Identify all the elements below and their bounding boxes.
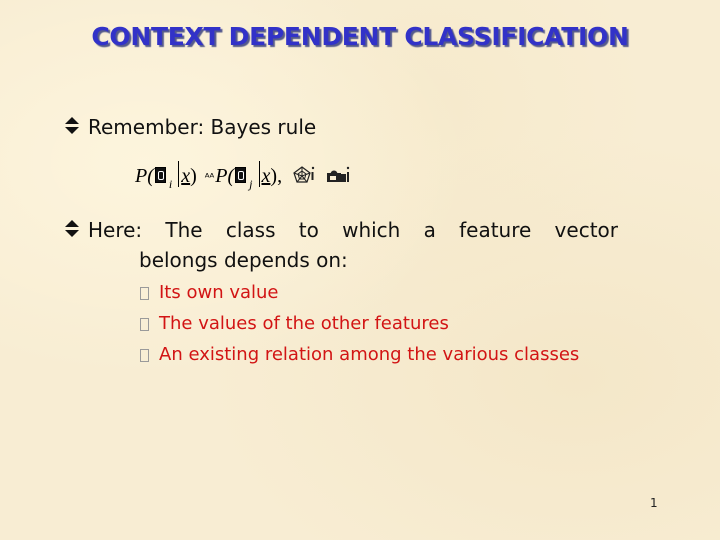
omega-glyph-icon xyxy=(235,167,247,183)
bullet-text: Here: The class to which a feature vecto… xyxy=(88,218,618,242)
sub-bullet-text: The values of the other features xyxy=(159,313,449,334)
missing-glyph-bullet-icon xyxy=(140,317,149,331)
bullet-depends-on: Here: The class to which a feature vecto… xyxy=(64,215,620,245)
sub-bullet: Its own value xyxy=(140,280,279,306)
formula-x: x xyxy=(181,165,191,187)
conditional-bar xyxy=(258,161,260,187)
bayes-formula: P( i x ) ᴬᴬ P( j x ), xyxy=(135,156,350,191)
bullet-text: Remember: Bayes rule xyxy=(88,115,317,139)
greater-than-glyph: ᴬᴬ xyxy=(204,171,215,184)
omega-glyph-icon xyxy=(154,167,166,183)
formula-x: x xyxy=(261,165,271,187)
missing-glyph-bullet-icon xyxy=(140,286,149,300)
camera-icon xyxy=(327,166,350,182)
formula-paren: ) xyxy=(190,165,197,187)
page-number: 1 xyxy=(650,496,658,510)
slide-title: CONTEXT DEPENDENT CLASSIFICATION xyxy=(91,22,629,51)
sub-bullet: An existing relation among the various c… xyxy=(140,342,579,368)
formula-p: P( xyxy=(215,165,235,187)
formula-subscript-j: j xyxy=(249,177,253,191)
missing-glyph-bullet-icon xyxy=(140,348,149,362)
formula-paren: ), xyxy=(270,165,283,187)
sub-bullet: The values of the other features xyxy=(140,311,449,337)
conditional-bar xyxy=(178,161,180,187)
formula-p: P( xyxy=(135,165,154,187)
up-down-arrow-icon xyxy=(65,117,79,134)
spider-web-icon xyxy=(293,166,315,183)
formula-subscript-i: i xyxy=(168,177,173,191)
sub-bullet-text: Its own value xyxy=(159,282,279,303)
up-down-arrow-icon xyxy=(65,220,79,237)
bullet-text-continuation: belongs depends on: xyxy=(139,248,348,272)
bullet-bayes-rule: Remember: Bayes rule xyxy=(64,112,316,142)
sub-bullet-text: An existing relation among the various c… xyxy=(159,344,580,365)
